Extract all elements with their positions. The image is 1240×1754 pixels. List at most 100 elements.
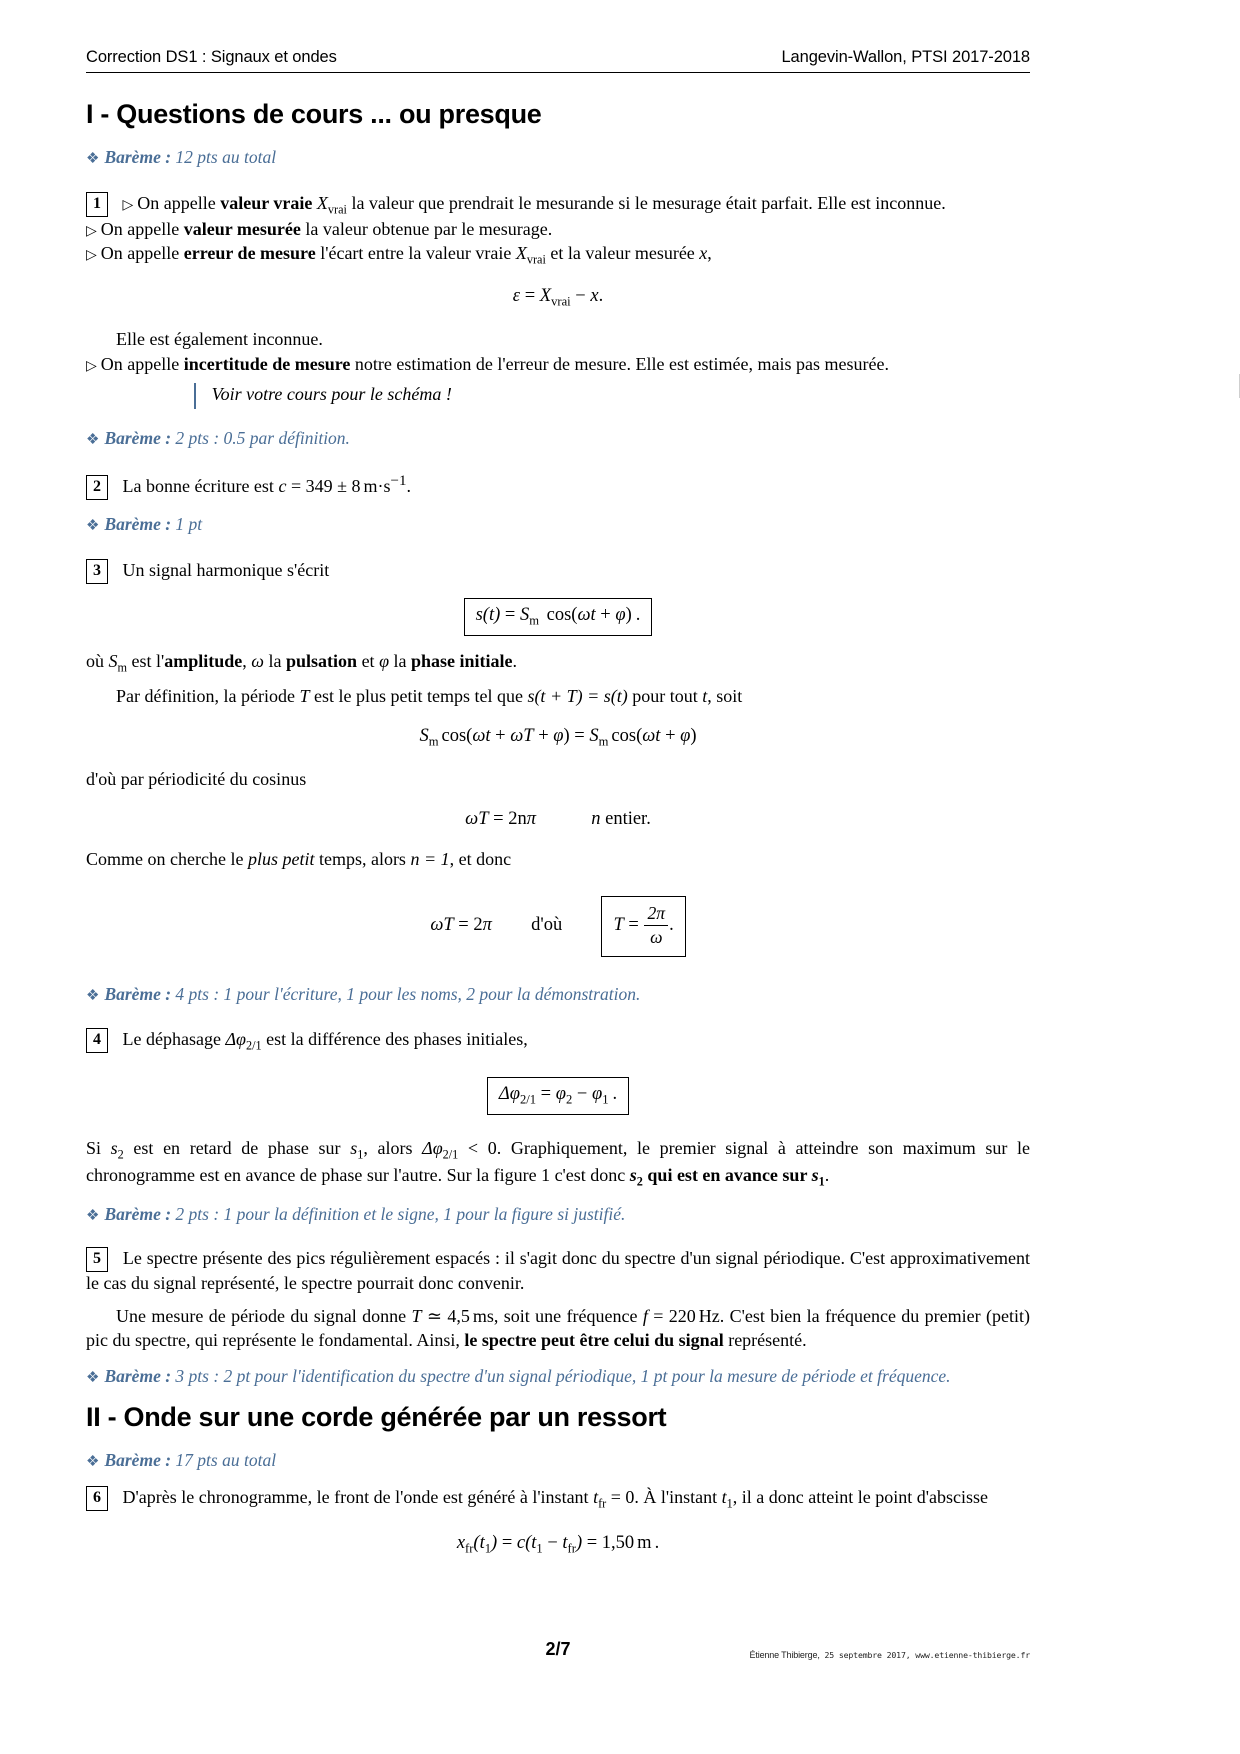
q4-bold-mid: qui est en avance sur bbox=[642, 1164, 812, 1185]
diamond-bullet-icon: ❖ bbox=[86, 1208, 100, 1225]
q3-sm-italic: plus petit bbox=[247, 849, 315, 870]
diamond-bullet-icon: ❖ bbox=[86, 1453, 100, 1470]
page-number: 2/7 bbox=[545, 1639, 571, 1659]
question-4-block: 4 Le déphasage Δφ2/1 est la différence d… bbox=[86, 1028, 1030, 1054]
q3-def-equation-inline: s(t + T) = s(t) bbox=[527, 685, 628, 706]
question-number-box-2: 2 bbox=[86, 475, 108, 501]
eq-phi-1: φ1 bbox=[591, 1083, 609, 1107]
eq2-c1: ) bbox=[563, 726, 570, 747]
q1-l3-bold: erreur de mesure bbox=[183, 242, 316, 263]
q3-where-mid3: la bbox=[264, 651, 287, 672]
q5-bold-conclusion: le spectre peut être celui du signal bbox=[464, 1329, 724, 1350]
q4-sym-s2: s2 bbox=[110, 1138, 124, 1162]
q4-sym-s1: s1 bbox=[350, 1138, 364, 1162]
eq2-p3: + bbox=[665, 726, 676, 747]
q1-line-3: ▷ On appelle erreur de mesure l'écart ent… bbox=[86, 242, 1030, 268]
bareme-text: 2 pts : 1 pour la définition et le signe… bbox=[175, 1204, 626, 1225]
q3-where-mid1: est l' bbox=[127, 651, 165, 672]
q1-l3-end: , bbox=[707, 242, 712, 263]
eq2-S1: Sm bbox=[419, 726, 439, 749]
question-3-block: 3 Un signal harmonique s'écrit bbox=[86, 558, 1030, 584]
q5-simeq: ≃ bbox=[426, 1306, 443, 1327]
bareme-label: Barème : bbox=[104, 1204, 172, 1225]
q1-l3-mid: l'écart entre la valeur vraie bbox=[315, 242, 516, 263]
q5-f-value: 220 bbox=[668, 1306, 696, 1327]
q2-value: 349 ± 8 bbox=[305, 476, 361, 497]
q3-sm-n-eq-1: n = 1 bbox=[410, 849, 450, 870]
q5-unit-hz: Hz bbox=[698, 1306, 720, 1327]
credit-url: www.etienne-thibierge.fr bbox=[910, 1650, 1030, 1660]
q3-equation-periodicity: Sm cos(ωt + ωT + φ) = Sm cos(ωt + φ) bbox=[86, 726, 1030, 750]
eq4-dou: d'où bbox=[531, 914, 563, 935]
q2-symbol-c: c bbox=[278, 476, 287, 497]
q5-unit-ms: ms bbox=[472, 1306, 494, 1327]
eq2-cos2: cos( bbox=[611, 726, 643, 747]
q3-def-pre: Par définition, la période bbox=[116, 685, 300, 706]
eq-S-m: Sm bbox=[519, 604, 539, 628]
eq-t-paren: (t) bbox=[482, 604, 501, 625]
q4-p-pre: Si bbox=[86, 1138, 111, 1159]
eq2-p2: + bbox=[538, 726, 549, 747]
eq6-value: 1,50 bbox=[601, 1532, 635, 1553]
eq6-t2: t1 bbox=[531, 1532, 543, 1556]
eq-minus: − bbox=[575, 286, 586, 307]
eq2-phi2: φ bbox=[680, 726, 691, 747]
q1-line-1: 1 ▷ On appelle valeur vraie Xvrai la vale… bbox=[86, 191, 1030, 218]
question-number-box-4: 4 bbox=[86, 1028, 108, 1054]
q4-p-mid2: , alors bbox=[363, 1138, 423, 1159]
q1-line-4: ▷ On appelle incertitude de mesure notre … bbox=[86, 353, 1030, 376]
eq3-T: T bbox=[478, 809, 489, 830]
q1-text-pre: On appelle bbox=[137, 192, 221, 213]
eq-equals: = bbox=[524, 286, 536, 307]
eq2-t2: t bbox=[655, 726, 661, 747]
q1-l3-pre: On appelle bbox=[100, 242, 184, 263]
bareme-label: Barème : bbox=[104, 1449, 172, 1470]
eq6-t3: tfr bbox=[562, 1532, 576, 1556]
q3-sym-phi: φ bbox=[379, 651, 390, 672]
q5-p2-pre: Une mesure de période du signal donne bbox=[116, 1306, 412, 1327]
eq2-w2: ω bbox=[510, 726, 524, 747]
bareme-q5: ❖ Barème : 3 pts : 2 pt pour l'identifica… bbox=[86, 1365, 1030, 1389]
q2-equals: = bbox=[290, 476, 302, 497]
fraction-numerator: 2π bbox=[644, 903, 669, 926]
eq6-unit-m: m bbox=[637, 1532, 652, 1553]
q4-bold-s2: s2 bbox=[629, 1164, 643, 1189]
bareme-label: Barème : bbox=[104, 427, 172, 448]
eq6-c: c bbox=[516, 1532, 526, 1553]
q4-p-mid1: est en retard de phase sur bbox=[123, 1138, 351, 1159]
eq2-equals: = bbox=[574, 726, 585, 747]
q2-period: . bbox=[406, 476, 411, 497]
header-divider bbox=[86, 72, 1030, 73]
q4-bold-s1: s1 bbox=[811, 1164, 825, 1189]
bareme-text: 17 pts au total bbox=[175, 1449, 277, 1470]
eq-close-paren: ) bbox=[625, 604, 632, 625]
eq4-equals: = bbox=[458, 914, 469, 935]
q3-intro: Un signal harmonique s'écrit bbox=[122, 559, 330, 580]
eq2-T1: T bbox=[523, 726, 534, 747]
question-number-box-5: 5 bbox=[86, 1246, 108, 1272]
q4-boxed-equation: Δφ2/1 = φ2 − φ1. bbox=[86, 1076, 1030, 1116]
boxed-equation-signal: s(t) = Sm cos(ωt + φ). bbox=[463, 597, 653, 637]
q6-sym-tfr: tfr bbox=[593, 1487, 607, 1512]
bareme-section-2: ❖ Barème : 17 pts au total bbox=[86, 1449, 1030, 1473]
section-heading-1: I - Questions de cours ... ou presque bbox=[86, 99, 542, 129]
q3-equation-period-result: ωT = 2π d'où T = 2π ω . bbox=[86, 895, 1030, 957]
eq-minus: − bbox=[576, 1083, 588, 1104]
q3-sym-omega: ω bbox=[251, 651, 265, 672]
eq4-pi: π bbox=[482, 914, 492, 935]
page-content: Correction DS1 : Signaux et ondes Langev… bbox=[86, 48, 1030, 1575]
eq2-w3: ω bbox=[642, 726, 656, 747]
q3-sym-T: T bbox=[299, 685, 310, 706]
eq-equals: = bbox=[504, 604, 516, 625]
eq6-equals-2: = bbox=[586, 1532, 598, 1553]
bareme-section-1: ❖ Barème : 12 pts au total bbox=[86, 146, 1030, 170]
eq-equals: = bbox=[540, 1083, 552, 1104]
eq6-close: ) bbox=[491, 1532, 498, 1553]
q1-l2-bold: valeur mesurée bbox=[183, 219, 301, 240]
q4-sym-dphi-2: Δφ2/1 bbox=[422, 1138, 459, 1162]
q1-after-equation: Elle est également inconnue. bbox=[116, 328, 323, 349]
q3-def-end: , soit bbox=[707, 685, 743, 706]
eq-plus: + bbox=[600, 604, 611, 625]
eq3-value: 2n bbox=[508, 809, 527, 830]
q3-where-mid5: la bbox=[389, 651, 412, 672]
